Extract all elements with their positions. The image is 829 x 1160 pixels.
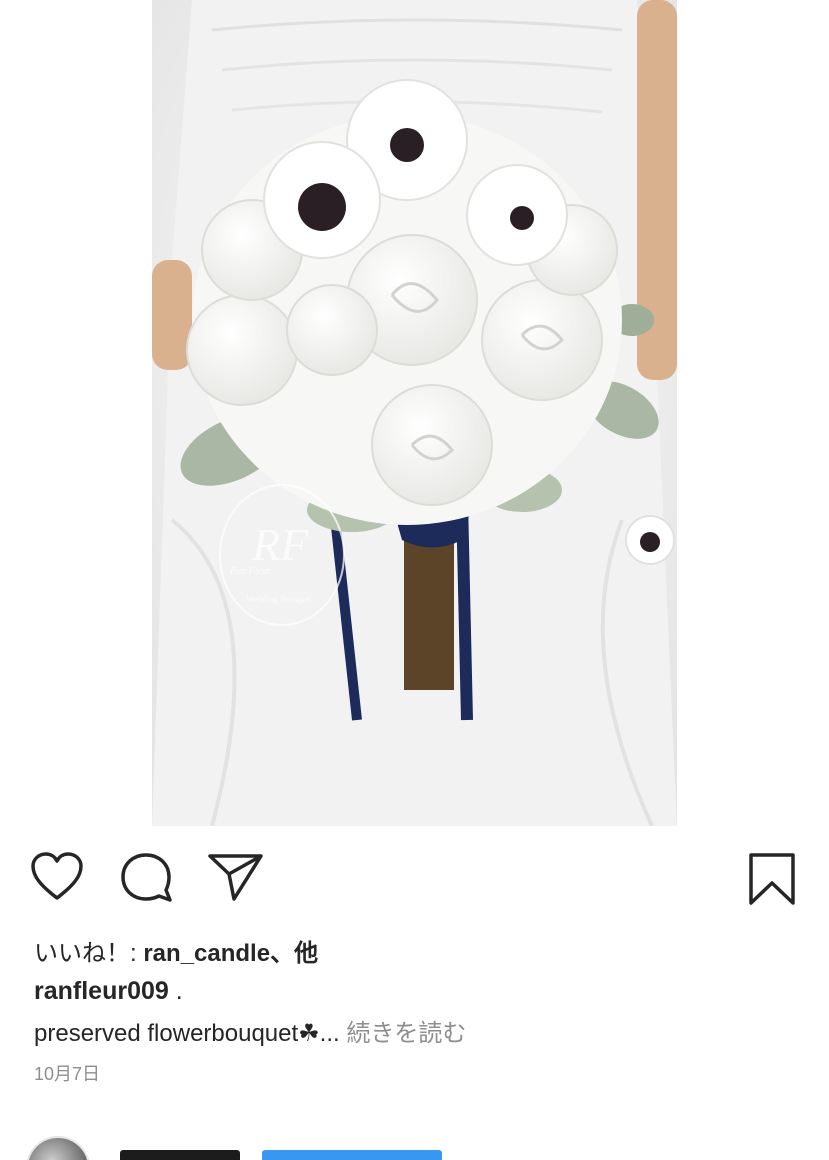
read-more-link[interactable]: 続きを読む: [340, 1020, 466, 1047]
likes-others-link[interactable]: 、他: [270, 940, 318, 967]
likes-user-link[interactable]: ran_candle: [143, 940, 270, 967]
avatar[interactable]: [26, 1136, 90, 1160]
post-date: 10月7日: [34, 1064, 101, 1084]
caption-dot: .: [168, 977, 183, 1005]
bouquet-photo: RF Ran Fleur Wedding Bouquet: [152, 0, 677, 826]
next-post-header: [0, 1130, 829, 1160]
caption-username-row: ranfleur009 .: [34, 977, 183, 1006]
caption-text: preserved flowerbouquet☘︎...: [34, 1020, 340, 1047]
likes-prefix: いいね！:: [34, 940, 144, 967]
caption-username-link[interactable]: ranfleur009: [34, 977, 169, 1005]
caption: preserved flowerbouquet☘︎... 続きを読む: [34, 1013, 466, 1048]
bookmark-icon[interactable]: [748, 852, 796, 911]
svg-text:RF: RF: [251, 519, 309, 570]
comment-icon[interactable]: [120, 852, 174, 911]
action-bar: [0, 840, 829, 920]
likes-summary: いいね！: ran_candle、他: [34, 933, 318, 968]
next-post-username-cut[interactable]: [120, 1150, 240, 1160]
svg-text:Wedding Bouquet: Wedding Bouquet: [246, 594, 312, 604]
svg-text:Ran Fleur: Ran Fleur: [229, 566, 271, 577]
post-image[interactable]: RF Ran Fleur Wedding Bouquet: [152, 0, 677, 826]
paper-plane-icon[interactable]: [208, 852, 264, 907]
heart-icon[interactable]: [30, 852, 84, 907]
next-post-follow-link-cut[interactable]: [262, 1150, 442, 1160]
